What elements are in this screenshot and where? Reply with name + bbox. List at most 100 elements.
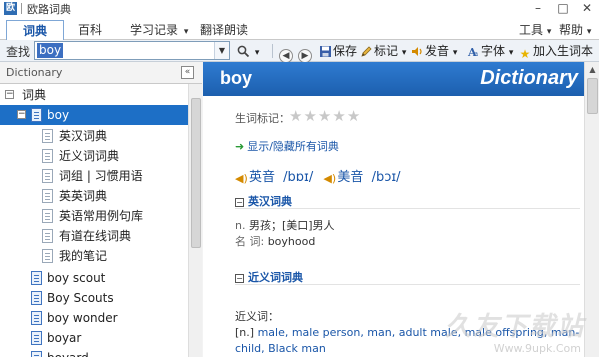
section-divider bbox=[235, 208, 580, 209]
star-icon[interactable]: ★ bbox=[303, 107, 317, 125]
left-pane-header: Dictionary « bbox=[0, 62, 202, 84]
us-pronunciation-button[interactable]: ◀)美音 bbox=[323, 170, 363, 185]
speaker-icon: ◀) bbox=[323, 172, 337, 185]
collapse-section-icon[interactable]: − bbox=[235, 274, 244, 283]
add-to-wordbook-button[interactable]: ★ 加入生词本 bbox=[518, 42, 594, 61]
add-to-wordbook-label: 加入生词本 bbox=[533, 44, 594, 58]
search-button[interactable]: ▾ bbox=[236, 42, 259, 60]
document-icon bbox=[42, 229, 53, 243]
synonym-label: 近义词： bbox=[235, 310, 279, 323]
us-label: 美音 bbox=[337, 170, 364, 185]
document-icon bbox=[42, 169, 53, 183]
star-icon[interactable]: ★ bbox=[347, 107, 361, 125]
search-combobox[interactable]: boy ▼ bbox=[34, 41, 230, 60]
star-icon[interactable]: ★ bbox=[289, 107, 303, 125]
scroll-up-icon[interactable]: ▲ bbox=[585, 62, 599, 77]
chevron-down-icon: ▾ bbox=[401, 48, 407, 58]
speak-button-label: 发音 bbox=[425, 44, 450, 58]
document-icon bbox=[42, 249, 53, 263]
collapse-toggle-icon[interactable]: − bbox=[5, 90, 14, 99]
minimize-button[interactable]: – bbox=[527, 0, 549, 18]
title-bar: 欧 欧路词典 – □ ✕ bbox=[0, 0, 599, 18]
tree-item-boy-scout[interactable]: boy scout bbox=[0, 268, 188, 288]
tree-item-boy[interactable]: − boy bbox=[0, 105, 188, 125]
watermark-logo: 久友下载站 bbox=[444, 312, 585, 342]
tree-item-phrases[interactable]: 词组 | 习惯用语 bbox=[0, 166, 188, 186]
left-scrollbar[interactable] bbox=[188, 84, 202, 357]
toolbar-divider bbox=[272, 44, 273, 58]
collapse-toggle-icon[interactable]: − bbox=[17, 110, 26, 119]
star-icon: ★ bbox=[519, 47, 531, 61]
star-icon[interactable]: ★ bbox=[332, 107, 346, 125]
tree-item-ee-dictionary[interactable]: 英英词典 bbox=[0, 186, 188, 206]
tree-item-label: 英语常用例句库 bbox=[59, 209, 144, 223]
part-of-speech: n. bbox=[235, 219, 246, 232]
document-icon bbox=[31, 351, 42, 357]
pencil-icon bbox=[359, 45, 373, 59]
tree-item-boyar[interactable]: boyar bbox=[0, 328, 188, 348]
search-input[interactable]: boy bbox=[37, 43, 64, 58]
collapse-section-icon[interactable]: − bbox=[235, 198, 244, 207]
tab-study-records[interactable]: 学习记录 ▾ bbox=[130, 20, 188, 40]
document-icon bbox=[31, 291, 42, 305]
document-icon bbox=[31, 331, 42, 345]
forward-arrow-icon: ▶ bbox=[298, 49, 312, 63]
save-button-label: 保存 bbox=[333, 44, 358, 58]
pronunciation-row: ◀)英音 /bɒɪ/ ◀)美音 /bɔɪ/ bbox=[235, 166, 401, 185]
tree-item-youdao-online[interactable]: 有道在线词典 bbox=[0, 226, 188, 246]
tree-item-dictionary-root[interactable]: − 词典 bbox=[0, 85, 188, 105]
speak-button[interactable]: 发音 ▾ bbox=[410, 42, 457, 60]
toolbar: 查找 boy ▼ ▾ ◀ ▶ 保存 标记 ▾ 发音 ▾ A a 字体 ▾ ★ 加… bbox=[0, 40, 599, 63]
section-ec-dictionary[interactable]: − 英汉词典 bbox=[235, 193, 292, 209]
chevron-down-icon: ▾ bbox=[586, 27, 592, 37]
star-icon[interactable]: ★ bbox=[318, 107, 332, 125]
tree-item-label: boyard bbox=[47, 348, 89, 357]
entry-scrollbar[interactable]: ▲ bbox=[584, 62, 599, 357]
menu-help[interactable]: 帮助 ▾ bbox=[559, 20, 591, 40]
tree-item-label: 近义词词典 bbox=[59, 149, 120, 163]
section-synonyms[interactable]: − 近义词词典 bbox=[235, 269, 303, 285]
tree-item-ec-dictionary[interactable]: 英汉词典 bbox=[0, 126, 188, 146]
tab-dictionary[interactable]: 词典 bbox=[6, 20, 64, 41]
font-button[interactable]: Aa 字体 ▾ bbox=[466, 42, 514, 60]
app-logo-icon[interactable]: 欧 bbox=[4, 2, 17, 15]
rating-stars[interactable]: ★★★★★ bbox=[289, 107, 361, 125]
tree-item-label: boy scout bbox=[47, 271, 106, 285]
chevron-down-icon: ▾ bbox=[508, 48, 514, 58]
mark-button-label: 标记 bbox=[374, 44, 399, 58]
dictionary-brand: Dictionary bbox=[480, 67, 578, 89]
entry-scrollbar-thumb[interactable] bbox=[587, 78, 598, 114]
tab-study-records-label: 学习记录 bbox=[130, 23, 179, 37]
tree-item-example-sentences[interactable]: 英语常用例句库 bbox=[0, 206, 188, 226]
maximize-button[interactable]: □ bbox=[552, 0, 574, 18]
forward-button[interactable]: ▶ bbox=[298, 42, 312, 63]
part-of-speech: [n.] bbox=[235, 326, 255, 339]
toggle-all-dictionaries-link[interactable]: ➜ 显示/隐藏所有词典 bbox=[235, 138, 339, 154]
collapse-pane-button[interactable]: « bbox=[181, 66, 194, 79]
floppy-disk-icon bbox=[318, 45, 332, 59]
definition-row: n. 男孩；[美口]男人 bbox=[235, 217, 335, 233]
tab-translate-read[interactable]: 翻译朗读 bbox=[200, 20, 248, 40]
chevron-down-icon: ▾ bbox=[183, 27, 189, 37]
tree-item-my-notes[interactable]: 我的笔记 bbox=[0, 246, 188, 266]
back-button[interactable]: ◀ bbox=[279, 42, 293, 63]
document-icon bbox=[42, 149, 53, 163]
mark-button[interactable]: 标记 ▾ bbox=[359, 42, 406, 60]
search-dropdown-button[interactable]: ▼ bbox=[214, 42, 229, 59]
tree-item-boy-scouts[interactable]: Boy Scouts bbox=[0, 288, 188, 308]
close-button[interactable]: ✕ bbox=[576, 0, 598, 18]
left-scrollbar-thumb[interactable] bbox=[191, 98, 201, 248]
chevron-down-icon: ▾ bbox=[452, 48, 458, 58]
tree-item-boy-wonder[interactable]: boy wonder bbox=[0, 308, 188, 328]
save-button[interactable]: 保存 bbox=[318, 42, 357, 60]
tab-encyclopedia[interactable]: 百科 bbox=[78, 20, 102, 40]
menu-tools[interactable]: 工具 ▾ bbox=[519, 20, 551, 40]
tree-item-boyard[interactable]: boyard bbox=[0, 348, 188, 357]
document-icon bbox=[42, 189, 53, 203]
magnifier-icon bbox=[236, 45, 250, 59]
uk-pronunciation-button[interactable]: ◀)英音 bbox=[235, 170, 275, 185]
definition-text: boyhood bbox=[267, 235, 316, 248]
tree-item-synonym-dictionary[interactable]: 近义词词典 bbox=[0, 146, 188, 166]
search-label: 查找 bbox=[6, 45, 31, 59]
left-pane: Dictionary « − 词典 − boy 英汉词典 近义词词典 词组 | … bbox=[0, 62, 202, 357]
